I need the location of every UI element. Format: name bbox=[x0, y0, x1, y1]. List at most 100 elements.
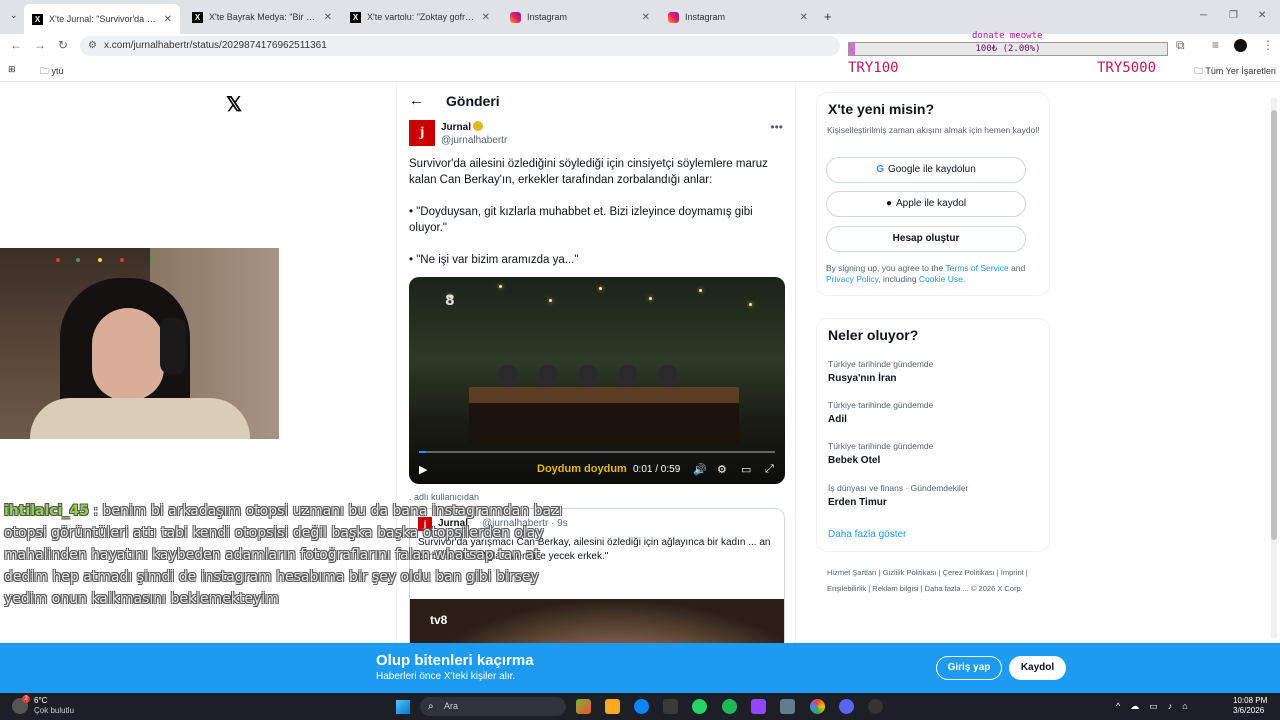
restore-icon[interactable]: ❐ bbox=[1229, 10, 1238, 21]
create-account-button[interactable]: Hesap oluştur bbox=[826, 226, 1026, 252]
privacy-link[interactable]: Privacy Policy bbox=[826, 274, 878, 284]
x-logo-icon[interactable]: 𝕏 bbox=[226, 92, 242, 117]
new-tab-icon[interactable]: + bbox=[824, 9, 832, 24]
system-tray[interactable]: ^☁▭♪⌂ bbox=[1116, 701, 1198, 712]
trend-name: Rusya'nın İran bbox=[828, 373, 897, 384]
back-icon[interactable]: ← bbox=[10, 38, 22, 52]
webcam-overlay bbox=[0, 248, 279, 439]
webcam-light bbox=[150, 258, 154, 262]
author-avatar[interactable]: j bbox=[409, 120, 435, 146]
tab-vartolu[interactable]: X X'te vartolu: "Zoktay gofret rek ✕ bbox=[342, 6, 498, 28]
post-paragraph: Survivor'da ailesini özlediğini söylediğ… bbox=[409, 158, 768, 186]
close-icon[interactable]: ✕ bbox=[482, 12, 490, 23]
bookmark-bar: ⊞ 🗀 ytü 🗀 Tüm Yer İşaretleri bbox=[0, 58, 1280, 82]
menu-icon[interactable]: ⋮ bbox=[1262, 38, 1274, 52]
author-handle[interactable]: @jurnalhabertr bbox=[441, 135, 507, 146]
post-paragraph: • "Doyduysan, git kızlarla muhabbet et. … bbox=[409, 206, 753, 234]
bookmark-folder[interactable]: 🗀 ytü bbox=[40, 64, 64, 80]
close-icon[interactable]: ✕ bbox=[642, 12, 650, 23]
instagram-icon bbox=[510, 11, 521, 23]
tab-jurnal[interactable]: X X'te Jurnal: "Survivor'da ailesini ✕ bbox=[24, 4, 180, 34]
donate-max: TRY5000 bbox=[1097, 60, 1157, 76]
tab-search-icon[interactable]: ⌄ bbox=[10, 10, 18, 21]
tab-title: X'te vartolu: "Zoktay gofret rek bbox=[367, 12, 476, 22]
cookie-link[interactable]: Cookie Use bbox=[919, 274, 963, 284]
signup-button[interactable]: Kaydol bbox=[1009, 656, 1066, 680]
profile-avatar[interactable] bbox=[1234, 39, 1247, 52]
extensions-icon[interactable]: ⧉ bbox=[1176, 38, 1185, 53]
all-bookmarks[interactable]: 🗀 Tüm Yer İşaretleri bbox=[1194, 64, 1276, 80]
file-explorer-icon[interactable] bbox=[605, 699, 620, 714]
tab-instagram-2[interactable]: Instagram ✕ bbox=[660, 6, 816, 28]
show-more-link[interactable]: Daha fazla göster bbox=[828, 529, 906, 540]
clock-date: 3/6/2026 bbox=[1233, 706, 1265, 715]
back-arrow-icon[interactable]: ← bbox=[409, 92, 424, 109]
taskbar-search[interactable]: ⌕ Ara bbox=[420, 697, 566, 716]
close-icon[interactable]: ✕ bbox=[164, 14, 172, 25]
all-bookmarks-label: Tüm Yer İşaretleri bbox=[1205, 66, 1276, 76]
page-scrollbar[interactable] bbox=[1271, 98, 1277, 638]
reload-icon[interactable]: ↻ bbox=[58, 38, 68, 52]
apps-icon[interactable]: ⊞ bbox=[8, 64, 16, 75]
address-bar[interactable]: ⚙ x.com/jurnalhabertr/status/20298741769… bbox=[80, 36, 840, 56]
obs-icon[interactable] bbox=[868, 699, 883, 714]
app-icon[interactable] bbox=[780, 699, 795, 714]
chat-username: ihtilalci_45 bbox=[4, 503, 89, 519]
apple-signup-label: Apple ile kaydol bbox=[896, 198, 967, 209]
minimize-icon[interactable]: ─ bbox=[1200, 10, 1207, 21]
whatsapp-icon[interactable] bbox=[692, 699, 707, 714]
donate-label: donate meowte bbox=[972, 31, 1043, 41]
captions-icon[interactable]: ▭ bbox=[741, 463, 751, 476]
scrollbar-thumb[interactable] bbox=[1271, 110, 1277, 540]
play-icon[interactable]: ▶ bbox=[419, 463, 427, 476]
login-button[interactable]: Giriş yap bbox=[936, 656, 1002, 680]
signup-title: X'te yeni misin? bbox=[828, 101, 935, 117]
donate-progress-bar: 100₺ (2.00%) bbox=[848, 42, 1168, 56]
close-icon[interactable]: ✕ bbox=[324, 12, 332, 23]
apple-signup-button[interactable]: ● Apple ile kaydol bbox=[826, 191, 1026, 217]
trend-item[interactable]: Türkiye tarihinde gündemde Rusya'nın İran bbox=[828, 359, 1038, 384]
trend-item[interactable]: Türkiye tarihinde gündemde Bebek Otel bbox=[828, 441, 1038, 466]
more-options-icon[interactable]: ••• bbox=[770, 120, 783, 134]
twitch-icon[interactable] bbox=[751, 699, 766, 714]
legal-text: and bbox=[1008, 263, 1026, 273]
video-light bbox=[749, 303, 752, 306]
volume-icon[interactable]: 🔊 bbox=[693, 463, 707, 476]
webcam-light bbox=[98, 258, 102, 262]
trend-item[interactable]: Türkiye tarihinde gündemde Adil bbox=[828, 400, 1038, 425]
tab-instagram-1[interactable]: Instagram ✕ bbox=[502, 6, 658, 28]
author-name[interactable]: Jurnal bbox=[441, 121, 484, 133]
edge-icon[interactable] bbox=[634, 699, 649, 714]
trend-item[interactable]: İş dünyası ve finans · Gündemdekiler Erde… bbox=[828, 483, 1038, 508]
video-progress-track[interactable] bbox=[419, 451, 775, 453]
discord-icon[interactable] bbox=[839, 699, 854, 714]
spotify-icon[interactable] bbox=[722, 699, 737, 714]
google-signup-button[interactable]: G Google ile kaydolun bbox=[826, 157, 1026, 183]
trend-context: İş dünyası ve finans · Gündemdekiler bbox=[828, 483, 969, 493]
video-table bbox=[469, 387, 739, 403]
tab-bayrak[interactable]: X X'te Bayrak Medya: "Bir kadın, ✕ bbox=[184, 6, 340, 28]
video-player[interactable]: 8 ▶ Doydum doydum 0:01 / 0:59 🔊 ⚙ ▭ ⤢ bbox=[409, 277, 785, 484]
media-icon[interactable]: ≡ bbox=[1212, 38, 1219, 52]
tab-title: X'te Bayrak Medya: "Bir kadın, bbox=[209, 12, 318, 22]
signup-legal: By signing up, you agree to the Terms of… bbox=[826, 263, 1042, 285]
legal-text: By signing up, you agree to the bbox=[826, 263, 946, 273]
fullscreen-icon[interactable]: ⤢ bbox=[765, 463, 774, 476]
post-paragraph: • "Ne işi var bizim aramızda ya..." bbox=[409, 254, 579, 266]
webcam-light bbox=[120, 258, 124, 262]
terms-link[interactable]: Terms of Service bbox=[945, 263, 1008, 273]
window-close-icon[interactable]: ✕ bbox=[1258, 10, 1266, 21]
trends-title: Neler oluyor? bbox=[828, 327, 919, 343]
footer-links[interactable]: Hizmet Şartları | Gizlilik Politikası | … bbox=[827, 565, 1047, 597]
settings-icon[interactable]: ⚙ bbox=[717, 463, 727, 476]
close-icon[interactable]: ✕ bbox=[800, 12, 808, 23]
store-icon[interactable] bbox=[663, 699, 678, 714]
forward-icon[interactable]: → bbox=[34, 38, 46, 52]
copilot-icon[interactable] bbox=[576, 699, 591, 714]
tab-title: Instagram bbox=[685, 12, 726, 22]
chrome-icon[interactable] bbox=[810, 699, 825, 714]
channel-logo: 8 bbox=[445, 293, 455, 309]
x-icon: X bbox=[350, 11, 361, 23]
site-info-icon[interactable]: ⚙ bbox=[88, 36, 97, 56]
start-button-icon[interactable] bbox=[396, 700, 410, 714]
